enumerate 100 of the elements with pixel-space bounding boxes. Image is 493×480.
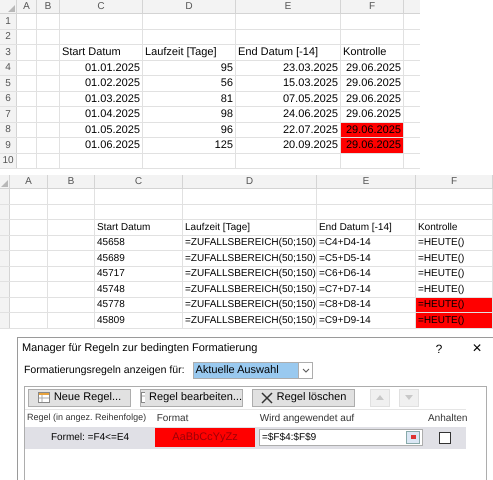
- table-cell: =ZUFALLSBEREICH(50;150): [183, 251, 317, 266]
- scope-dropdown[interactable]: Aktuelle Auswahl: [192, 362, 313, 379]
- row-header[interactable]: [0, 220, 10, 234]
- row-header[interactable]: [0, 236, 10, 250]
- field-label: Formatierungsregeln anzeigen für:: [24, 362, 185, 378]
- column-header[interactable]: F: [416, 175, 493, 188]
- table-cell: End Datum [-14]: [317, 220, 416, 234]
- chevron-down-icon: [298, 363, 312, 378]
- column-header[interactable]: D: [183, 175, 317, 188]
- table-icon: [38, 392, 50, 403]
- table-cell: =C4+D4-14: [317, 236, 416, 250]
- toolbar-button[interactable]: Neue Regel...: [28, 388, 131, 406]
- column-header[interactable]: Wird angewendet auf: [256, 410, 426, 426]
- row-header[interactable]: [0, 266, 10, 281]
- format-preview: AaBbCcYyZz: [155, 428, 255, 447]
- row-header[interactable]: 7: [0, 107, 17, 122]
- row-header[interactable]: 5: [0, 76, 17, 90]
- table-cell: =ZUFALLSBEREICH(50;150): [183, 313, 317, 328]
- table-cell: 01.03.2025: [60, 92, 143, 106]
- table-cell: 45748: [95, 282, 183, 296]
- column-header[interactable]: F: [341, 0, 404, 13]
- column-header[interactable]: Anhalten: [426, 410, 466, 426]
- table-cell: 01.02.2025: [60, 76, 143, 90]
- highlighted-cell: =HEUTE(): [416, 298, 493, 312]
- row-header[interactable]: 9: [0, 138, 17, 152]
- table-cell: =C5+D5-14: [317, 251, 416, 266]
- table-cell: Kontrolle: [416, 220, 493, 234]
- row-header[interactable]: 8: [0, 122, 17, 137]
- table-cell: Laufzeit [Tage]: [183, 220, 317, 234]
- row-header[interactable]: 3: [0, 45, 17, 60]
- table-cell: 01.01.2025: [60, 60, 143, 75]
- select-all-icon[interactable]: [8, 5, 15, 12]
- select-all-icon[interactable]: [1, 180, 8, 187]
- table-cell: 96: [143, 122, 236, 137]
- row-header[interactable]: [0, 298, 10, 312]
- table-cell: Kontrolle: [341, 45, 404, 60]
- table-cell: 07.05.2025: [236, 92, 341, 106]
- table-cell: Start Datum: [60, 45, 143, 60]
- row-header[interactable]: 2: [0, 30, 17, 44]
- row-header[interactable]: 10: [0, 154, 17, 168]
- table-cell: Laufzeit [Tage]: [143, 45, 236, 60]
- table-cell: 01.05.2025: [60, 122, 143, 137]
- table-cell: 45689: [95, 251, 183, 266]
- table-cell: 15.03.2025: [236, 76, 341, 90]
- range-select-icon: [406, 431, 420, 444]
- table-cell: 45658: [95, 236, 183, 250]
- table-cell: =ZUFALLSBEREICH(50;150): [183, 236, 317, 250]
- row-header[interactable]: 6: [0, 92, 17, 106]
- row-header[interactable]: 4: [0, 60, 17, 75]
- table-cell: =ZUFALLSBEREICH(50;150): [183, 282, 317, 296]
- table-cell: 81: [143, 92, 236, 106]
- table-cell: 125: [143, 138, 236, 152]
- table-cell: 56: [143, 76, 236, 90]
- table-cell: =C7+D7-14: [317, 282, 416, 296]
- column-header[interactable]: B: [37, 0, 60, 13]
- row-header[interactable]: [0, 313, 10, 328]
- toolbar-button[interactable]: Regel löschen: [252, 388, 355, 406]
- rule-row[interactable]: Formel: =F4<=E4 AaBbCcYyZz =$F$4:$F$9: [25, 426, 466, 448]
- table-cell: Start Datum: [95, 220, 183, 234]
- column-header[interactable]: Regel (in angez. Reihenfolge): [25, 411, 154, 425]
- window-title: Manager für Regeln zur bedingten Formatierung: [22, 341, 258, 356]
- table-cell: =HEUTE(): [416, 236, 493, 250]
- row-header[interactable]: [0, 251, 10, 266]
- column-header[interactable]: E: [317, 175, 416, 188]
- table-cell: =HEUTE(): [416, 251, 493, 266]
- toolbar-button[interactable]: Regel bearbeiten...: [140, 388, 243, 406]
- table-cell: 29.06.2025: [341, 60, 404, 75]
- triangle-up-icon: [376, 395, 384, 400]
- help-button[interactable]: ?: [427, 340, 451, 358]
- column-header[interactable]: C: [60, 0, 143, 13]
- row-header[interactable]: [0, 189, 10, 204]
- table-cell: =ZUFALLSBEREICH(50;150): [183, 298, 317, 312]
- table-cell: 29.06.2025: [341, 76, 404, 90]
- row-header[interactable]: [0, 282, 10, 296]
- column-header[interactable]: C: [95, 175, 183, 188]
- table-cell: 24.06.2025: [236, 107, 341, 122]
- range-field[interactable]: =$F$4:$F$9: [259, 429, 423, 446]
- close-button[interactable]: ×: [465, 340, 489, 356]
- rule-formula: Formel: =F4<=E4: [50, 431, 130, 445]
- row-header[interactable]: 1: [0, 14, 17, 28]
- table-cell: 98: [143, 107, 236, 122]
- column-header[interactable]: A: [17, 0, 37, 13]
- table-cell: 01.04.2025: [60, 107, 143, 122]
- column-header[interactable]: B: [48, 175, 95, 188]
- column-header[interactable]: E: [236, 0, 341, 13]
- table-cell: 01.06.2025: [60, 138, 143, 152]
- table-cell: 45778: [95, 298, 183, 312]
- column-header[interactable]: Format: [154, 410, 257, 426]
- highlighted-cell: 29.06.2025: [341, 138, 404, 152]
- column-header[interactable]: D: [143, 0, 236, 13]
- table-cell: 29.06.2025: [341, 107, 404, 122]
- table-pencil-icon: [141, 392, 146, 404]
- table-cell: 23.03.2025: [236, 60, 341, 75]
- close-icon: [260, 392, 273, 404]
- table-cell: 45809: [95, 313, 183, 328]
- row-header[interactable]: [0, 204, 10, 219]
- triangle-down-icon: [405, 395, 413, 400]
- column-header[interactable]: A: [10, 175, 48, 188]
- table-cell: =ZUFALLSBEREICH(50;150): [183, 266, 317, 281]
- checkbox[interactable]: [438, 432, 450, 444]
